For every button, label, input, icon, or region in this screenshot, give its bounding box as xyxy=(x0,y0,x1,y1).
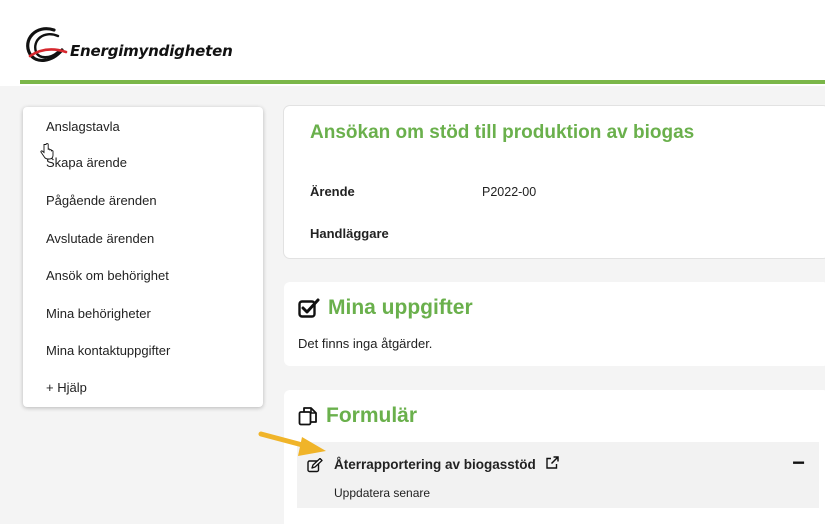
forms-heading: Formulär xyxy=(298,404,417,428)
header-divider xyxy=(20,80,825,84)
case-title: Ansökan om stöd till produktion av bioga… xyxy=(310,122,695,143)
case-card: Ansökan om stöd till produktion av bioga… xyxy=(284,106,825,258)
sidebar-item-anslagstavla[interactable]: Anslagstavla xyxy=(46,119,120,134)
external-link-icon[interactable] xyxy=(545,456,559,470)
form-item-title-text[interactable]: Återrapportering av biogasstöd xyxy=(334,457,536,472)
sidebar-item-ansok-om-behorighet[interactable]: Ansök om behörighet xyxy=(46,268,169,283)
form-item-subtitle: Uppdatera senare xyxy=(334,486,431,500)
sidebar-item-hjalp[interactable]: + Hjälp xyxy=(46,380,87,395)
sidebar-item-pagaende-arenden[interactable]: Pågående ärenden xyxy=(46,193,157,208)
brand-logo[interactable]: Energimyndigheten xyxy=(24,26,233,66)
form-item-aterrapportering[interactable]: Återrapportering av biogasstöd Uppdatera… xyxy=(297,442,819,508)
case-number-value: P2022-00 xyxy=(482,185,537,199)
form-item-title[interactable]: Återrapportering av biogasstöd xyxy=(334,456,559,472)
energimyndigheten-logo-icon xyxy=(26,27,68,62)
edit-icon[interactable] xyxy=(307,458,323,473)
collapse-button[interactable]: − xyxy=(792,450,805,476)
case-officer-label: Handläggare xyxy=(310,226,389,241)
checkbox-checked-icon xyxy=(298,298,320,318)
tasks-title: Mina uppgifter xyxy=(328,296,473,319)
pointer-arrow-icon xyxy=(258,431,326,456)
sidebar-item-mina-kontaktuppgifter[interactable]: Mina kontaktuppgifter xyxy=(46,343,170,358)
sidebar-item-avslutade-arenden[interactable]: Avslutade ärenden xyxy=(46,231,154,246)
sidebar-item-skapa-arende[interactable]: Skapa ärende xyxy=(46,155,127,170)
hand-cursor-icon xyxy=(40,143,54,160)
brand-name: Energimyndigheten xyxy=(70,42,233,60)
sidebar-menu: Anslagstavla Skapa ärende Pågående ärend… xyxy=(23,107,263,407)
sidebar-item-mina-behorigheter[interactable]: Mina behörigheter xyxy=(46,306,151,321)
forms-card: Formulär Återrapportering av biogasstöd … xyxy=(284,390,825,524)
site-header: Energimyndigheten xyxy=(0,0,825,86)
case-number-label: Ärende xyxy=(310,184,355,199)
tasks-empty-text: Det finns inga åtgärder. xyxy=(298,336,433,351)
tasks-card: Mina uppgifter Det finns inga åtgärder. xyxy=(284,282,825,366)
copy-icon xyxy=(298,407,317,426)
forms-title: Formulär xyxy=(326,404,418,427)
tasks-heading: Mina uppgifter xyxy=(298,296,473,320)
